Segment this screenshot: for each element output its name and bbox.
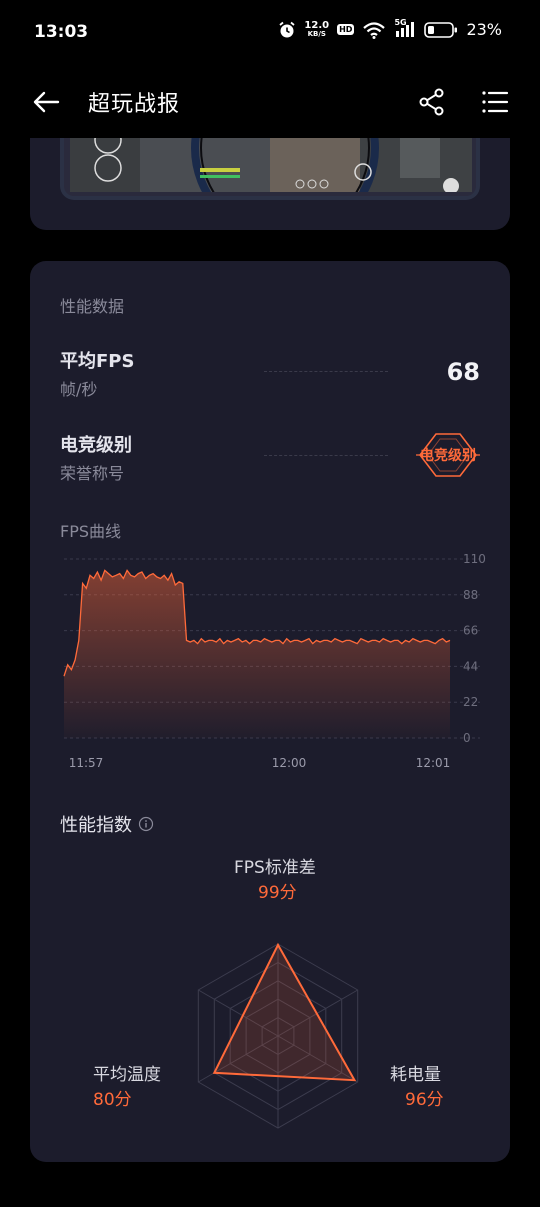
fps-curve-chart: 110 88 66 44 22 0 11:57 12:00 12:01 [63,552,486,770]
x-tick-label: 11:57 [69,756,104,770]
game-screenshot-card [30,138,510,230]
x-tick-label: 12:00 [272,756,307,770]
info-icon[interactable] [138,816,154,832]
performance-index-title: 性能指数 [60,811,154,837]
share-icon[interactable] [416,86,448,118]
y-tick-label: 22 [463,695,478,709]
avg-fps-unit: 帧/秒 [60,380,98,399]
radar-axis-score-power: 96分 [405,1090,444,1110]
fps-curve-title: FPS曲线 [60,522,122,541]
app-header: 超玩战报 [0,70,540,134]
battery-percent: 23% [466,20,502,39]
wifi-icon [363,21,386,39]
radar-value-polygon [212,942,357,1082]
radar-axis-label-power: 耗电量 [390,1065,441,1085]
esports-level-label: 电竞级别 [60,435,132,456]
y-tick-label: 88 [463,588,478,602]
esports-badge-text: 电竞级别 [420,448,476,464]
fps-area-fill [64,570,450,738]
section-title-performance: 性能数据 [60,297,125,316]
list-menu-icon[interactable] [478,86,510,118]
avg-fps-value: 68 [446,358,480,386]
performance-card: 性能数据 平均FPS 帧/秒 68 电竞级别 荣誉称号 电竞级别 FPS曲线 1… [30,261,510,1162]
esports-level-sub: 荣誉称号 [60,464,125,483]
divider-dotted [264,455,388,456]
status-icons: 12.0 KB/S HD 5G 23% [278,18,502,39]
esports-level-badge: 电竞级别 [416,431,480,479]
status-time: 13:03 [34,22,89,42]
page-title: 超玩战报 [88,92,181,117]
battery-icon [424,21,458,38]
divider-dotted [264,371,388,372]
game-screenshot-image [70,138,472,192]
y-tick-label: 0 [463,731,471,745]
radar-axis-score-fps-std: 99分 [258,883,297,903]
avg-fps-label: 平均FPS [60,351,135,372]
radar-axis-label-fps-std: FPS标准差 [234,858,316,878]
hd-badge: HD [337,24,355,35]
cell-signal-icon: 5G [394,18,416,39]
radar-axis-label-temperature: 平均温度 [93,1065,161,1085]
game-screenshot-frame[interactable] [60,138,480,200]
performance-radar-chart [197,942,359,1129]
x-tick-label: 12:01 [416,756,451,770]
alarm-icon [279,21,295,37]
status-bar: 13:03 12.0 KB/S HD 5G 23% [0,0,540,64]
back-arrow-icon[interactable] [30,86,62,118]
radar-axis-score-temperature: 80分 [93,1090,132,1110]
y-tick-label: 66 [463,624,478,638]
y-tick-label: 44 [463,659,478,673]
y-tick-label: 110 [463,552,486,566]
net-speed: 12.0 KB/S [304,19,330,38]
